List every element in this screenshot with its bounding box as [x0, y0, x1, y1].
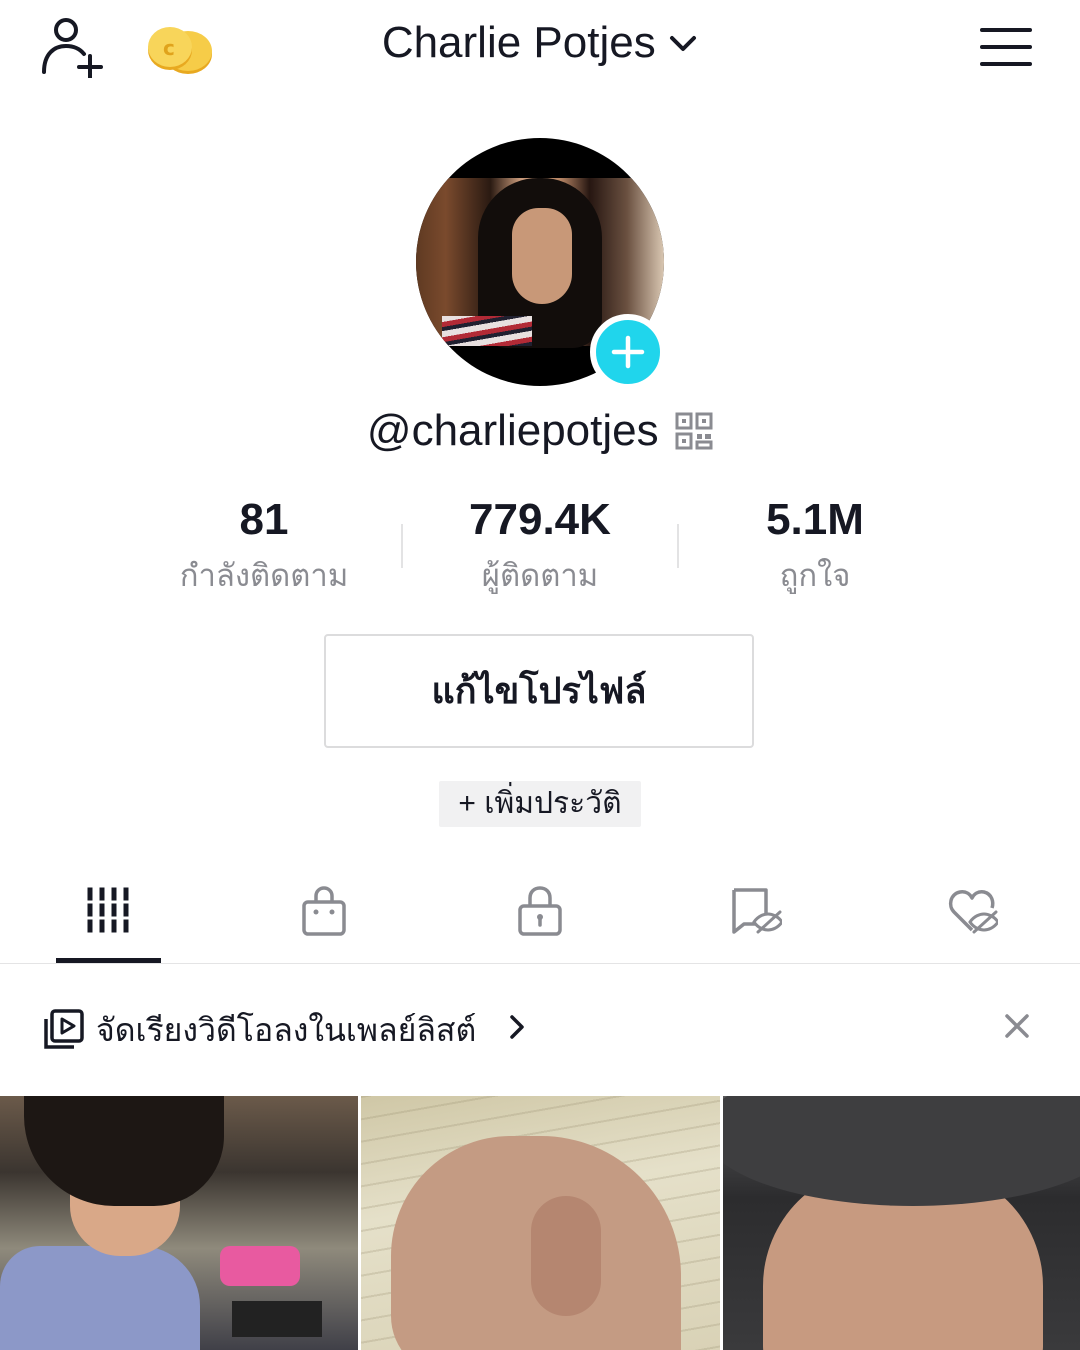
stat-following[interactable]: 81 กำลังติดตาม — [134, 494, 394, 596]
bookmark-hidden-icon — [732, 888, 782, 934]
heart-hidden-icon — [948, 890, 998, 934]
tab-videos[interactable] — [0, 860, 216, 964]
likes-label: ถูกใจ — [779, 558, 851, 593]
hamburger-menu-icon[interactable] — [980, 26, 1032, 68]
playlist-link[interactable]: จัดเรียงวิดีโอลงในเพลย์ลิสต์ — [96, 1005, 476, 1056]
playlist-icon — [44, 1009, 84, 1049]
top-bar: c Charlie Potjes — [0, 0, 1080, 100]
add-bio-button[interactable]: + เพิ่มประวัติ — [439, 781, 641, 827]
followers-label: ผู้ติดตาม — [481, 558, 599, 593]
stat-followers[interactable]: 779.4K ผู้ติดตาม — [410, 494, 670, 596]
username-row: @charliepotjes — [0, 406, 1080, 456]
followers-count: 779.4K — [469, 495, 611, 544]
add-photo-button[interactable] — [590, 314, 666, 390]
close-icon[interactable] — [1002, 1011, 1032, 1041]
qr-code-icon[interactable] — [675, 412, 713, 450]
tab-private[interactable] — [432, 860, 648, 964]
playlist-banner: จัดเรียงวิดีโอลงในเพลย์ลิสต์ — [0, 985, 1080, 1069]
chevron-right-icon — [510, 1015, 524, 1039]
video-thumbnail[interactable] — [0, 1096, 358, 1350]
profile-tabs — [0, 860, 1080, 964]
following-count: 81 — [239, 495, 289, 544]
video-thumbnail[interactable] — [723, 1096, 1080, 1350]
following-label: กำลังติดตาม — [179, 558, 349, 593]
videos-grid-icon — [87, 887, 129, 933]
page-title: Charlie Potjes — [381, 18, 656, 67]
chevron-down-icon — [670, 36, 697, 51]
video-thumbnail[interactable] — [361, 1096, 720, 1350]
lock-icon — [518, 886, 562, 936]
active-tab-indicator — [56, 958, 161, 963]
likes-count: 5.1M — [766, 495, 864, 544]
account-switcher[interactable]: Charlie Potjes — [0, 18, 1080, 68]
stat-divider — [677, 524, 679, 568]
stat-likes[interactable]: 5.1M ถูกใจ — [685, 494, 945, 596]
shop-bag-icon — [302, 886, 346, 936]
tab-shop[interactable] — [216, 860, 432, 964]
tab-liked[interactable] — [864, 860, 1080, 964]
stat-divider — [401, 524, 403, 568]
edit-profile-button[interactable]: แก้ไขโปรไฟล์ — [324, 634, 754, 748]
plus-icon — [611, 335, 645, 369]
username: @charliepotjes — [366, 406, 659, 455]
tab-saved[interactable] — [648, 860, 864, 964]
